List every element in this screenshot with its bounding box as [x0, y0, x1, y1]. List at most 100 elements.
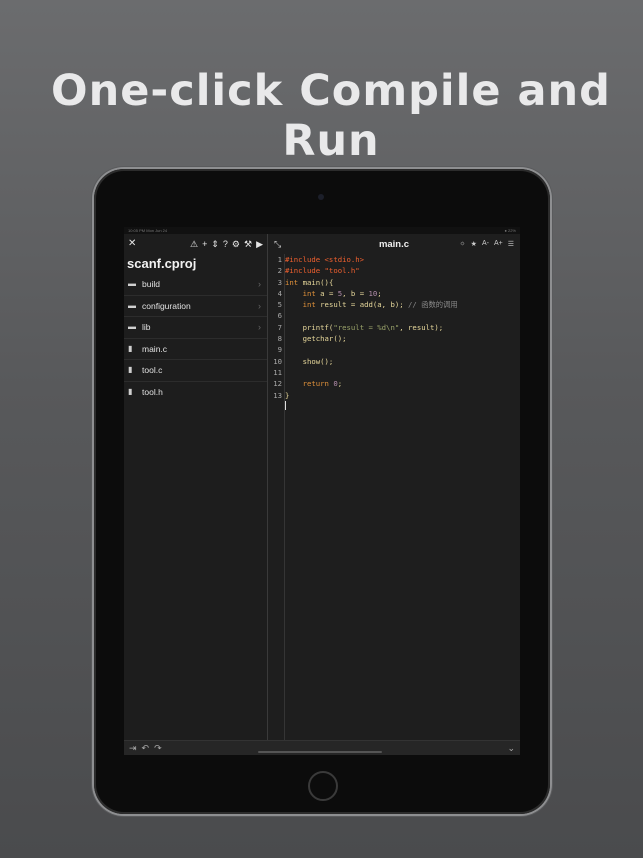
sort-icon[interactable]: ⇕ — [211, 234, 219, 254]
line-number: 12 — [273, 379, 282, 389]
item-label: configuration — [142, 300, 191, 311]
item-label: build — [142, 279, 160, 289]
line-number: 6 — [277, 311, 282, 321]
close-icon[interactable]: ✕ — [128, 234, 136, 254]
code-line: 9 — [268, 344, 520, 355]
menu-icon[interactable]: ☰ — [508, 240, 514, 248]
home-button — [308, 771, 338, 801]
font-decrease-button[interactable]: A- — [482, 240, 489, 248]
status-bar: 10:05 PM Mon Jun 24 ● 22% — [124, 227, 520, 234]
line-number: 9 — [277, 345, 282, 355]
code-line: 1 #include <stdio.h> — [268, 254, 520, 265]
code-token: main(){ — [298, 277, 334, 287]
settings-icon[interactable]: ⚙ — [232, 234, 240, 254]
folder-icon: ▬ — [128, 279, 136, 288]
line-number: 5 — [277, 300, 282, 310]
font-increase-button[interactable]: A+ — [494, 240, 503, 248]
chevron-right-icon: › — [258, 322, 261, 332]
status-battery: ● 22% — [504, 228, 516, 233]
chevron-right-icon: › — [258, 279, 261, 289]
folder-item-build[interactable]: ▬ build › — [124, 274, 267, 296]
file-icon: ▮ — [128, 365, 133, 374]
code-string: "result = %d\n" — [333, 322, 400, 332]
code-token: } — [285, 390, 290, 400]
help-icon[interactable]: ? — [223, 234, 228, 254]
folder-icon: ▬ — [128, 322, 136, 331]
code-line: 3 int main(){ — [268, 277, 520, 288]
line-number: 4 — [277, 288, 282, 298]
editor-toolbar: ⤡ main.c ☼ ★ A- A+ ☰ — [268, 234, 520, 254]
line-number: 3 — [277, 277, 282, 287]
theme-icon[interactable]: ☼ — [459, 240, 465, 248]
code-line: 10 show(); — [268, 356, 520, 367]
sidebar-toolbar: ✕ ⚠ + ⇕ ? ⚙ ⚒ ▶ — [124, 234, 267, 254]
code-token: #include <stdio.h> — [285, 255, 365, 264]
item-label: tool.h — [142, 386, 163, 397]
home-indicator — [258, 751, 382, 753]
chevron-right-icon: › — [258, 300, 261, 311]
status-time: 10:05 PM Mon Jun 24 — [128, 228, 168, 233]
code-token: getchar(); — [302, 334, 347, 344]
code-token: int — [285, 277, 299, 287]
code-token: return — [302, 379, 329, 389]
redo-icon[interactable]: ↷ — [154, 743, 162, 754]
folder-item-configuration[interactable]: ▬ configuration › — [124, 296, 267, 317]
code-line: 6 — [268, 310, 520, 321]
code-token: #include "tool.h" — [285, 266, 360, 276]
app-screen: 10:05 PM Mon Jun 24 ● 22% ✕ ⚠ + ⇕ ? ⚙ ⚒ … — [124, 227, 520, 755]
code-line: 5 int result = add(a, b); // 函数的调用 — [268, 299, 520, 310]
code-line: 7 printf("result = %d\n", result); — [268, 322, 520, 333]
item-label: tool.c — [142, 365, 163, 375]
code-line: 12 return 0; — [268, 378, 520, 389]
code-token: , b = — [342, 288, 369, 298]
file-item-tool-c[interactable]: ▮ tool.c — [124, 360, 267, 382]
code-token: , result); — [399, 322, 444, 332]
code-line: 8 getchar(); — [268, 333, 520, 344]
item-label: lib — [142, 322, 151, 332]
line-number: 1 — [277, 255, 282, 264]
line-number: 13 — [273, 390, 282, 400]
code-token: show(); — [302, 356, 334, 366]
tab-key-icon[interactable]: ⇥ — [129, 743, 137, 754]
code-token: ; — [337, 379, 343, 389]
item-label: main.c — [142, 343, 168, 354]
file-icon: ▮ — [128, 343, 133, 353]
editor-tools: ☼ ★ A- A+ ☰ — [459, 240, 514, 248]
expand-icon[interactable]: ⤡ — [274, 239, 281, 250]
text-cursor — [285, 401, 286, 410]
ipad-device: 10:05 PM Mon Jun 24 ● 22% ✕ ⚠ + ⇕ ? ⚙ ⚒ … — [94, 169, 550, 814]
keyboard-accessory-bar: ⇥ ↶ ↷ ⌄ — [124, 740, 520, 755]
code-comment: // 函数的调用 — [408, 300, 458, 310]
code-token: int — [302, 300, 316, 310]
front-camera — [318, 194, 324, 200]
project-sidebar: ✕ ⚠ + ⇕ ? ⚙ ⚒ ▶ scanf.cproj ▬ build › ▬ … — [124, 234, 268, 740]
code-editor-pane: ⤡ main.c ☼ ★ A- A+ ☰ 1 #include <stdio.h>… — [268, 234, 520, 740]
project-title: scanf.cproj — [127, 256, 197, 271]
code-token: printf( — [302, 322, 334, 332]
headline: One-click Compile and Run — [51, 66, 611, 166]
build-icon[interactable]: ⚒ — [244, 234, 252, 254]
code-area[interactable]: 1 #include <stdio.h> 2 #include "tool.h" 3… — [268, 254, 520, 740]
code-token: a = — [315, 288, 338, 298]
add-icon[interactable]: + — [202, 234, 207, 254]
line-number: 2 — [277, 266, 282, 276]
undo-icon[interactable]: ↶ — [142, 743, 150, 754]
folder-item-lib[interactable]: ▬ lib › — [124, 317, 267, 339]
line-number: 10 — [273, 356, 282, 366]
line-number: 11 — [273, 367, 282, 377]
run-icon[interactable]: ▶ — [256, 234, 263, 254]
code-line: 2 #include "tool.h" — [268, 265, 520, 276]
file-item-tool-h[interactable]: ▮ tool.h — [124, 382, 267, 403]
code-line: 11 — [268, 367, 520, 378]
star-icon[interactable]: ★ — [471, 240, 477, 248]
code-token: ; — [377, 288, 382, 298]
line-number: 8 — [277, 334, 282, 344]
code-token: result = add(a, b); — [315, 300, 409, 310]
folder-icon: ▬ — [128, 300, 136, 310]
warning-icon[interactable]: ⚠ — [190, 234, 198, 254]
code-token: int — [302, 288, 316, 298]
hide-keyboard-icon[interactable]: ⌄ — [507, 743, 515, 754]
file-item-main-c[interactable]: ▮ main.c — [124, 339, 267, 360]
code-line: 13} — [268, 390, 520, 401]
file-icon: ▮ — [128, 386, 133, 396]
